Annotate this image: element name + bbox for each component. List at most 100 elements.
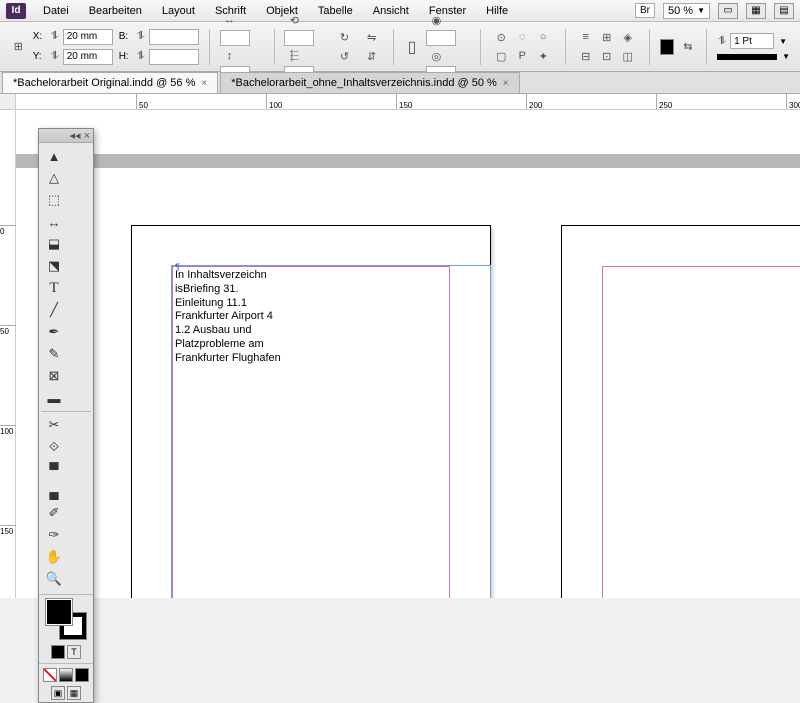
effects-fx-icon[interactable]: ✦ bbox=[533, 47, 553, 65]
line-tool[interactable]: ╱ bbox=[41, 299, 67, 321]
direct-selection-tool[interactable]: △ bbox=[41, 167, 67, 189]
apply-solid-icon[interactable] bbox=[75, 668, 89, 682]
menubar: Id Datei Bearbeiten Layout Schrift Objek… bbox=[0, 0, 800, 22]
menu-ansicht[interactable]: Ansicht bbox=[364, 2, 418, 20]
menu-hilfe[interactable]: Hilfe bbox=[477, 2, 517, 20]
horizontal-ruler[interactable]: 50 100 150 200 250 300 bbox=[16, 94, 800, 110]
tab-label: *Bachelorarbeit Original.indd @ 56 % bbox=[13, 77, 195, 89]
ruler-origin[interactable] bbox=[0, 94, 16, 110]
gradient-swatch-tool[interactable]: ▀ bbox=[41, 458, 67, 480]
stroke-weight-input[interactable] bbox=[730, 33, 774, 49]
wrap-bbox-icon[interactable]: ⊞ bbox=[597, 28, 617, 46]
fill-swatch[interactable] bbox=[46, 599, 72, 625]
arrange-docs-icon[interactable]: ▤ bbox=[774, 3, 794, 19]
effects-p-icon[interactable]: P bbox=[512, 47, 532, 65]
gap-tool[interactable]: ↔ bbox=[41, 211, 67, 233]
rotate-input[interactable] bbox=[284, 30, 314, 46]
margin-guide bbox=[602, 266, 800, 598]
swap-fillstroke-icon[interactable]: ⇆ bbox=[680, 38, 697, 56]
wrap-invert-icon[interactable]: ◫ bbox=[618, 47, 638, 65]
view-options-icon[interactable]: ▭ bbox=[718, 3, 738, 19]
wrap-column-icon[interactable]: ⊡ bbox=[597, 47, 617, 65]
selection-tool[interactable]: ▲ bbox=[41, 145, 67, 167]
scale-x-input[interactable] bbox=[220, 30, 250, 46]
pen-tool[interactable]: ✒ bbox=[41, 321, 67, 343]
eyedropper-tool[interactable]: ✑ bbox=[41, 524, 67, 546]
wrap-none-icon[interactable]: ≡ bbox=[576, 28, 596, 46]
scale-y-icon[interactable]: ↕ bbox=[220, 47, 240, 65]
stroke-dotted-icon[interactable]: ◌ bbox=[512, 28, 532, 46]
flip-h-icon[interactable]: ⇋ bbox=[362, 28, 382, 46]
screen-mode-icon[interactable]: ▦ bbox=[746, 3, 766, 19]
select-content-icon[interactable]: ◉ bbox=[426, 11, 446, 29]
scissors-tool[interactable]: ✂ bbox=[41, 414, 67, 436]
normal-view-icon[interactable]: ▣ bbox=[51, 686, 65, 700]
close-icon[interactable]: × bbox=[201, 78, 207, 89]
select-container-icon[interactable]: ◎ bbox=[426, 47, 446, 65]
formatting-text-icon[interactable]: T bbox=[67, 645, 81, 659]
free-transform-tool[interactable]: ⟐ bbox=[41, 436, 67, 458]
document-tab[interactable]: *Bachelorarbeit Original.indd @ 56 % × bbox=[2, 72, 218, 93]
content-input[interactable] bbox=[426, 30, 456, 46]
y-input[interactable] bbox=[63, 49, 113, 65]
corner-icon[interactable]: ▢ bbox=[491, 47, 511, 65]
type-tool[interactable]: T bbox=[41, 277, 67, 299]
rectangle-frame-tool[interactable]: ⊠ bbox=[41, 365, 67, 387]
pencil-tool[interactable]: ✎ bbox=[41, 343, 67, 365]
page-right[interactable] bbox=[561, 225, 800, 598]
menu-bearbeiten[interactable]: Bearbeiten bbox=[80, 2, 151, 20]
collapse-icon[interactable]: ◂◂ bbox=[70, 129, 81, 142]
preview-view-icon[interactable]: ▦ bbox=[67, 686, 81, 700]
gradient-feather-tool[interactable]: ▄ bbox=[41, 480, 67, 502]
hand-tool[interactable]: ✋ bbox=[41, 546, 67, 568]
x-input[interactable] bbox=[63, 29, 113, 45]
scale-x-icon[interactable]: ↔ bbox=[220, 11, 240, 29]
fill-swatch[interactable] bbox=[660, 39, 673, 55]
zoom-tool[interactable]: 🔍 bbox=[41, 568, 67, 590]
menu-datei[interactable]: Datei bbox=[34, 2, 78, 20]
shear-icon[interactable]: ⬱ bbox=[284, 47, 304, 65]
flip-v-icon[interactable]: ⇵ bbox=[362, 47, 382, 65]
w-input[interactable] bbox=[149, 29, 199, 45]
wrap-jump-icon[interactable]: ⊟ bbox=[576, 47, 596, 65]
stroke-dashed-icon[interactable]: ⊙ bbox=[491, 28, 511, 46]
text-frame[interactable]: ¶ In Inhaltsverzeichn isBriefing 31. Ein… bbox=[171, 265, 491, 598]
rotate-icon[interactable]: ⟲ bbox=[284, 11, 304, 29]
chevron-down-icon[interactable]: ▼ bbox=[779, 37, 787, 46]
tab-label: *Bachelorarbeit_ohne_Inhaltsverzeichnis.… bbox=[231, 77, 497, 89]
apply-none-icon[interactable] bbox=[43, 668, 57, 682]
document-canvas[interactable]: ¶ In Inhaltsverzeichn isBriefing 31. Ein… bbox=[16, 110, 800, 598]
apply-gradient-icon[interactable] bbox=[59, 668, 73, 682]
chevron-down-icon[interactable]: ▼ bbox=[782, 52, 790, 61]
wrap-shape-icon[interactable]: ◈ bbox=[618, 28, 638, 46]
stepper-icon[interactable]: ⥮ bbox=[50, 48, 60, 66]
rotate-cw-icon[interactable]: ↻ bbox=[334, 28, 354, 46]
document-tab[interactable]: *Bachelorarbeit_ohne_Inhaltsverzeichnis.… bbox=[220, 72, 519, 93]
reference-point-icon[interactable]: ⊞ bbox=[10, 38, 27, 56]
h-input[interactable] bbox=[149, 49, 199, 65]
bridge-button[interactable]: Br bbox=[635, 3, 655, 18]
content-collector-tool[interactable]: ⬓ bbox=[41, 233, 67, 255]
apply-color-icon[interactable] bbox=[51, 645, 65, 659]
h-label: H: bbox=[119, 51, 133, 62]
stroke-solid-icon[interactable]: ○ bbox=[533, 28, 553, 46]
stroke-style-preview[interactable] bbox=[717, 54, 777, 60]
stepper-icon[interactable]: ⥮ bbox=[50, 28, 60, 46]
close-icon[interactable]: × bbox=[84, 130, 90, 142]
stepper-icon[interactable]: ⥮ bbox=[136, 48, 146, 66]
fill-stroke-control[interactable] bbox=[46, 599, 86, 639]
zoom-value: 50 % bbox=[668, 5, 693, 17]
note-tool[interactable]: ✐ bbox=[41, 502, 67, 524]
content-placer-tool[interactable]: ⬔ bbox=[41, 255, 67, 277]
toolbox-header[interactable]: ◂◂ × bbox=[39, 129, 93, 143]
rectangle-tool[interactable]: ▬ bbox=[41, 387, 67, 409]
page-tool[interactable]: ⬚ bbox=[41, 189, 67, 211]
stepper-icon[interactable]: ⥮ bbox=[717, 32, 727, 50]
stepper-icon[interactable]: ⥮ bbox=[136, 28, 146, 46]
vertical-ruler[interactable]: 0 50 100 150 bbox=[0, 110, 16, 598]
menu-layout[interactable]: Layout bbox=[153, 2, 204, 20]
close-icon[interactable]: × bbox=[503, 78, 509, 89]
zoom-select[interactable]: 50 % ▼ bbox=[663, 3, 710, 19]
container-icon[interactable]: ▯ bbox=[404, 29, 421, 65]
rotate-ccw-icon[interactable]: ↺ bbox=[334, 47, 354, 65]
